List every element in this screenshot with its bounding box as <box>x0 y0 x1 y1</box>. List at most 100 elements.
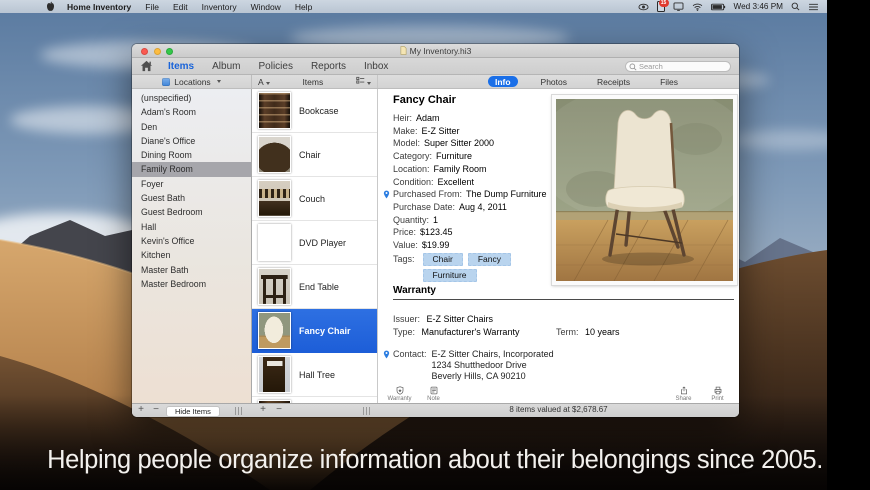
home-inventory-window: My Inventory.hi3 Items Album Policies Repor… <box>132 44 739 417</box>
tag-list: Chair Fancy Furniture <box>422 253 545 284</box>
detail-tab-files[interactable]: Files <box>653 76 685 87</box>
list-item-bookcase[interactable]: Bookcase <box>252 89 377 133</box>
sort-button[interactable]: A <box>258 77 270 87</box>
window-title: My Inventory.hi3 <box>409 45 472 56</box>
field-value: Furniture <box>436 151 473 162</box>
detail-tab-info[interactable]: Info <box>487 76 518 87</box>
phone-icon[interactable]: 15 <box>656 0 669 12</box>
menu-item-file[interactable]: File <box>138 2 166 12</box>
desktop: Home Inventory File Edit Inventory Window Hel… <box>0 0 827 490</box>
menu-item-inventory[interactable]: Inventory <box>195 2 244 12</box>
tab-items[interactable]: Items <box>159 61 203 72</box>
list-item-dvd-player[interactable]: DVD Player <box>252 221 377 265</box>
zoom-button[interactable] <box>166 47 173 55</box>
column-resize-handle[interactable] <box>363 406 370 415</box>
battery-icon[interactable] <box>710 3 726 11</box>
sidebar-item-master-bedroom[interactable]: Master Bedroom <box>132 277 251 291</box>
menu-item-help[interactable]: Help <box>288 2 319 12</box>
menu-item-window[interactable]: Window <box>244 2 288 12</box>
field-label: Contact: <box>393 349 427 360</box>
tab-policies[interactable]: Policies <box>249 61 301 72</box>
sidebar-item-guest-bath[interactable]: Guest Bath <box>132 191 251 205</box>
location-pin-icon[interactable] <box>383 350 390 359</box>
menu-item-edit[interactable]: Edit <box>166 2 195 12</box>
hide-items-button[interactable]: Hide Items <box>166 405 220 417</box>
sidebar-item-den[interactable]: Den <box>132 120 251 134</box>
print-button[interactable]: Print <box>704 386 731 402</box>
sidebar-item-kitchen[interactable]: Kitchen <box>132 248 251 262</box>
sidebar-item-adam-s-room[interactable]: Adam's Room <box>132 105 251 119</box>
tab-reports[interactable]: Reports <box>302 61 355 72</box>
sidebar-item-foyer[interactable]: Foyer <box>132 177 251 191</box>
field-label: Type: <box>393 326 416 337</box>
close-button[interactable] <box>141 47 148 55</box>
print-icon <box>713 386 723 395</box>
list-item-fancy-chair[interactable]: Fancy Chair <box>252 309 377 353</box>
tag-chip-furniture[interactable]: Furniture <box>422 268 477 282</box>
detail-field-make: Make: E-Z Sitter <box>393 125 561 138</box>
item-label: Chair <box>299 149 321 160</box>
notification-center-icon[interactable] <box>808 3 819 11</box>
remove-location-button[interactable]: − <box>150 404 162 416</box>
tab-album[interactable]: Album <box>203 61 249 72</box>
list-item-hall-tree[interactable]: Hall Tree <box>252 353 377 397</box>
view-options-button[interactable] <box>356 76 371 87</box>
sidebar-item-dining-room[interactable]: Dining Room <box>132 148 251 162</box>
tab-inbox[interactable]: Inbox <box>355 61 397 72</box>
apple-menu[interactable] <box>6 1 60 12</box>
field-label: Quantity: <box>393 214 430 225</box>
eye-icon[interactable] <box>638 3 649 11</box>
caret-down-icon <box>367 82 371 85</box>
list-item-chair[interactable]: Chair <box>252 133 377 177</box>
sidebar-item-diane-s-office[interactable]: Diane's Office <box>132 134 251 148</box>
sidebar-item-family-room[interactable]: Family Room <box>132 162 251 177</box>
menu-item-home-inventory[interactable]: Home Inventory <box>60 2 138 12</box>
locations-header[interactable]: Locations <box>132 75 252 88</box>
action-label: Print <box>711 395 724 402</box>
display-icon[interactable] <box>673 2 684 11</box>
toolbar-tabs: Items Album Policies Reports Inbox <box>159 61 397 72</box>
item-thumbnail <box>258 92 291 129</box>
remove-item-button[interactable]: − <box>273 404 285 416</box>
field-value: Family Room <box>433 163 487 174</box>
list-item-couch[interactable]: Couch <box>252 177 377 221</box>
note-button[interactable]: Note <box>420 386 447 402</box>
item-photo[interactable] <box>552 95 737 285</box>
add-item-button[interactable]: + <box>257 404 269 416</box>
menu-clock[interactable]: Wed 3:46 PM <box>734 2 783 11</box>
spotlight-search-icon[interactable] <box>791 2 800 11</box>
add-location-button[interactable]: + <box>135 404 147 416</box>
detail-tab-photos[interactable]: Photos <box>534 76 574 87</box>
search-icon <box>629 63 637 71</box>
column-resize-handle[interactable] <box>235 406 242 415</box>
home-button[interactable] <box>140 60 153 72</box>
contact-line: Beverly Hills, CA 90210 <box>431 371 526 381</box>
sidebar-item-hall[interactable]: Hall <box>132 220 251 234</box>
warranty-button[interactable]: Warranty <box>386 385 413 402</box>
list-item-end-table[interactable]: End Table <box>252 265 377 309</box>
column-headers: Locations A Items Info Photos Receipts F… <box>132 75 739 89</box>
detail-tab-receipts[interactable]: Receipts <box>590 76 637 87</box>
detail-field-price: Price: $123.45 <box>393 226 561 239</box>
share-button[interactable]: Share <box>670 386 697 402</box>
search-input[interactable] <box>625 60 731 72</box>
field-value: E-Z Sitter <box>421 125 460 136</box>
detail-field-value: Value: $19.99 <box>393 239 561 252</box>
field-label: Issuer: <box>393 314 421 324</box>
item-label: DVD Player <box>299 237 347 248</box>
minimize-button[interactable] <box>153 47 161 55</box>
tag-chip-fancy[interactable]: Fancy <box>467 253 511 267</box>
sidebar-item-kevin-s-office[interactable]: Kevin's Office <box>132 234 251 248</box>
title-bar[interactable]: My Inventory.hi3 <box>132 44 739 58</box>
field-value: 10 years <box>585 326 620 337</box>
sidebar-item-guest-bedroom[interactable]: Guest Bedroom <box>132 205 251 219</box>
location-pin-icon[interactable] <box>383 190 390 199</box>
field-value: Super Sitter 2000 <box>424 138 495 149</box>
tag-chip-chair[interactable]: Chair <box>422 253 463 267</box>
sidebar-item-master-bath[interactable]: Master Bath <box>132 263 251 277</box>
field-value: E-Z Sitter Chairs <box>426 314 494 324</box>
item-thumbnail <box>258 180 291 217</box>
caret-down-icon <box>216 80 221 83</box>
sidebar-item-unspecified[interactable]: (unspecified) <box>132 91 251 105</box>
wifi-icon[interactable] <box>692 3 703 11</box>
